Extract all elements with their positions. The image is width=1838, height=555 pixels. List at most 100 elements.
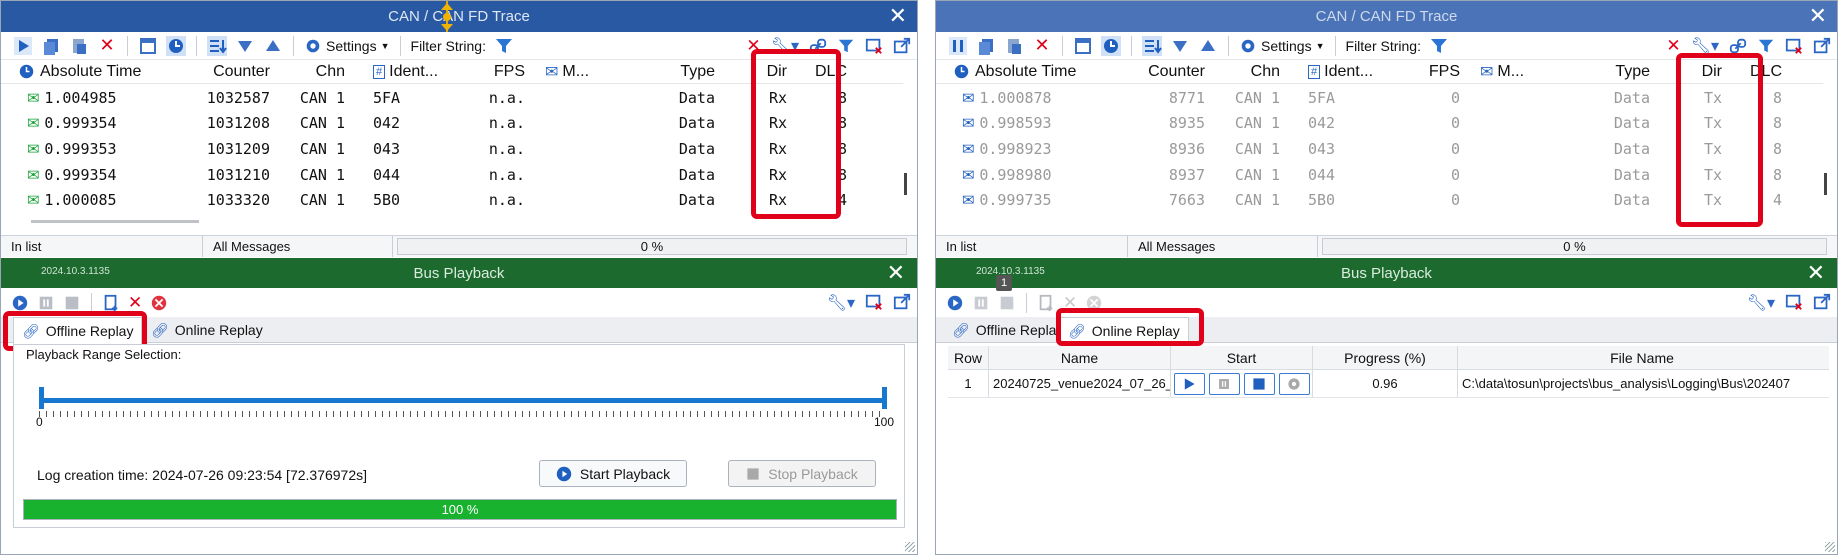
remove-all-icon[interactable]: [150, 294, 168, 312]
close-window-icon[interactable]: [865, 293, 883, 311]
column-counter[interactable]: Counter: [166, 63, 276, 81]
pause-icon[interactable]: [972, 294, 990, 312]
add-file-icon[interactable]: [102, 294, 120, 312]
clock-icon[interactable]: [1101, 35, 1121, 56]
time-value: 0.999354: [44, 165, 117, 184]
column-fps[interactable]: FPS: [1391, 63, 1466, 81]
playback-title-bar[interactable]: 2024.10.3.1135 Bus Playback ✕: [936, 258, 1837, 288]
cell-time: ✉ 0.999354: [1, 166, 166, 184]
cell-chn: CAN 1: [1234, 165, 1280, 184]
stop-icon[interactable]: [63, 294, 81, 312]
column-absolute-time[interactable]: Absolute Time: [936, 63, 1101, 81]
filter-icon[interactable]: [494, 36, 514, 56]
settings-label: Settings: [326, 37, 377, 54]
settings-button[interactable]: Settings ▼: [304, 37, 390, 55]
header-row[interactable]: Row: [948, 346, 989, 369]
close-icon[interactable]: ✕: [887, 260, 905, 286]
range-slider-end-handle[interactable]: [882, 387, 887, 409]
undock-icon[interactable]: [1813, 37, 1831, 55]
window-icon[interactable]: [138, 36, 158, 56]
header-name[interactable]: Name: [989, 346, 1171, 369]
column-absolute-time[interactable]: Absolute Time: [1, 63, 166, 81]
close-icon[interactable]: ✕: [1807, 260, 1825, 286]
paste-icon[interactable]: [1004, 36, 1024, 56]
range-slider-track[interactable]: [39, 398, 885, 403]
table-row[interactable]: 1 20240725_venue2024_07_26_0 0.96 C:\dat…: [948, 370, 1829, 398]
column-message[interactable]: ✉ M...: [1466, 62, 1561, 82]
arrow-up-icon[interactable]: [1198, 36, 1218, 56]
paste-icon[interactable]: [69, 36, 89, 56]
clear-icon[interactable]: ✕: [1032, 35, 1052, 56]
tab-online-replay[interactable]: 🔗︎ Online Replay: [143, 317, 271, 343]
resize-handle-icon[interactable]: [438, 1, 456, 33]
wrench-icon[interactable]: 🔧︎▾: [827, 293, 855, 313]
start-playback-button[interactable]: Start Playback: [539, 460, 687, 487]
funnel-icon[interactable]: [1757, 37, 1775, 55]
stop-playback-button[interactable]: Stop Playback: [728, 460, 876, 487]
clear-icon[interactable]: ✕: [97, 35, 117, 56]
sort-icon[interactable]: [1142, 35, 1162, 56]
remove-icon[interactable]: ✕: [128, 293, 142, 313]
column-message[interactable]: ✉ M...: [531, 62, 626, 82]
undock-icon[interactable]: [893, 37, 911, 55]
column-counter[interactable]: Counter: [1101, 63, 1211, 81]
arrow-up-icon[interactable]: [263, 36, 283, 56]
envelope-icon: ✉: [545, 63, 559, 81]
close-window-icon[interactable]: [865, 37, 883, 55]
time-value: 1.000878: [979, 88, 1052, 107]
row-pause-button[interactable]: [1208, 372, 1240, 395]
pause-icon[interactable]: [37, 294, 55, 312]
resize-grip-icon[interactable]: [905, 542, 915, 552]
close-icon[interactable]: ✕: [889, 4, 907, 28]
column-chn[interactable]: Chn: [276, 63, 351, 81]
time-value: 0.999354: [44, 114, 117, 133]
column-fps[interactable]: FPS: [456, 63, 531, 81]
close-window-icon[interactable]: [1785, 293, 1803, 311]
row-play-button[interactable]: [1173, 372, 1205, 395]
toolbar-divider: [1131, 35, 1132, 56]
add-file-icon[interactable]: [1037, 294, 1055, 312]
close-window-icon[interactable]: [1785, 37, 1803, 55]
vertical-scrollbar[interactable]: [1824, 173, 1827, 195]
header-file-name[interactable]: File Name: [1458, 346, 1826, 369]
tab-offline-replay[interactable]: 🔗︎ Offline Replay: [944, 317, 1071, 343]
sort-icon[interactable]: [207, 35, 227, 56]
column-type[interactable]: Type: [626, 63, 721, 81]
row-settings-button[interactable]: [1278, 372, 1310, 395]
arrow-down-icon[interactable]: [235, 36, 255, 56]
copy-icon[interactable]: [41, 36, 61, 56]
close-icon[interactable]: ✕: [1809, 4, 1827, 28]
arrow-down-icon[interactable]: [1170, 36, 1190, 56]
stop-icon[interactable]: [998, 294, 1016, 312]
resize-grip-icon[interactable]: [1825, 542, 1835, 552]
envelope-icon: ✉: [27, 191, 45, 210]
undock-icon[interactable]: [1813, 293, 1831, 311]
vertical-scrollbar[interactable]: [904, 173, 907, 195]
playback-title-bar[interactable]: 2024.10.3.1135 Bus Playback ✕: [1, 258, 917, 288]
settings-button[interactable]: Settings ▼: [1239, 37, 1325, 55]
trace-title-bar[interactable]: CAN / CAN FD Trace ✕: [936, 1, 1837, 32]
column-type[interactable]: Type: [1561, 63, 1656, 81]
wrench-icon[interactable]: 🔧︎▾: [1747, 293, 1775, 313]
pause-icon[interactable]: [948, 36, 968, 56]
play-icon[interactable]: [946, 294, 964, 312]
undock-icon[interactable]: [893, 293, 911, 311]
column-chn[interactable]: Chn: [1211, 63, 1286, 81]
chevron-down-icon: ▼: [380, 40, 390, 51]
header-progress[interactable]: Progress (%): [1313, 346, 1458, 369]
play-icon[interactable]: [11, 294, 29, 312]
copy-icon[interactable]: [976, 36, 996, 56]
range-slider-start-handle[interactable]: [39, 387, 44, 409]
clock-icon[interactable]: [166, 35, 186, 56]
filter-icon[interactable]: [1429, 36, 1449, 56]
column-ident[interactable]: # Ident...: [1286, 63, 1391, 81]
horizontal-scrollbar[interactable]: [31, 220, 199, 223]
row-stop-button[interactable]: [1243, 372, 1275, 395]
stop-icon: [747, 467, 759, 480]
column-ident[interactable]: # Ident...: [351, 63, 456, 81]
header-start[interactable]: Start: [1171, 346, 1313, 369]
trace-title-bar[interactable]: CAN / CAN FD Trace ✕: [1, 1, 917, 33]
play-icon[interactable]: [13, 36, 33, 56]
envelope-icon: ✉: [27, 165, 45, 184]
window-icon[interactable]: [1073, 36, 1093, 56]
